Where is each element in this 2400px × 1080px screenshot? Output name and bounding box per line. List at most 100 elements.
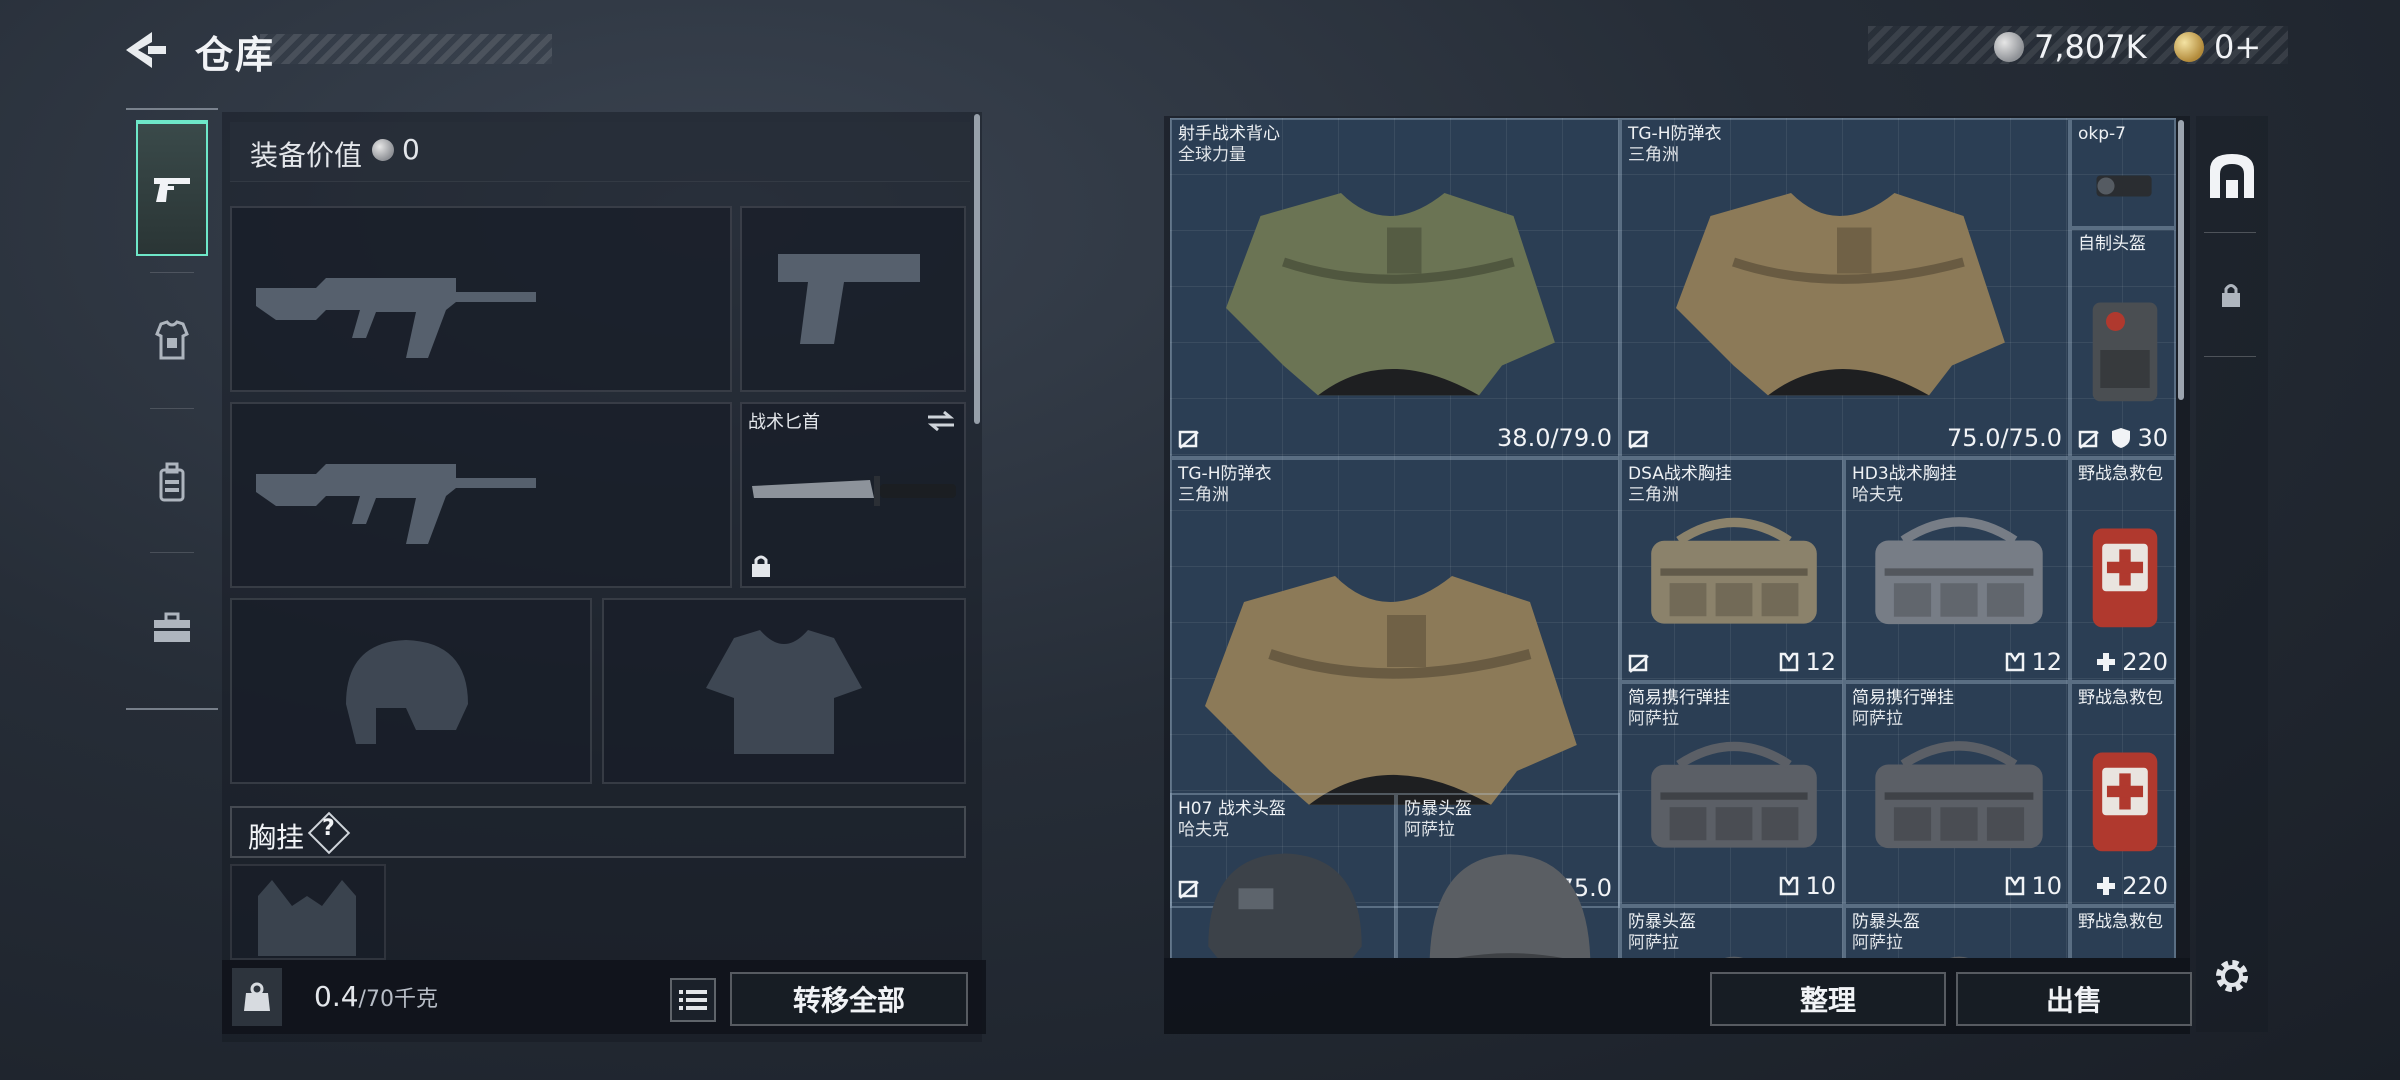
warehouse-item[interactable]: 简易携行弹挂 阿萨拉 10 xyxy=(1620,682,1844,906)
sell-button[interactable]: 出售 xyxy=(1956,972,2192,1026)
item-stat: 10 xyxy=(2005,872,2062,900)
weight-icon xyxy=(244,982,270,1011)
warehouse-grid[interactable]: 射手战术背心 全球力量 38.0/79.0 TG-H防弹衣 三角洲 75.0/75.0 … xyxy=(1170,118,2176,958)
item-name: 防暴头盔 阿萨拉 xyxy=(1628,912,1696,953)
chest-rig-image xyxy=(1651,517,1817,624)
currency-amount: 7,807K xyxy=(2034,28,2147,66)
warehouse-item[interactable]: TG-H防弹衣三角洲 75.0/75.0 xyxy=(1620,118,2070,458)
warehouse-item[interactable]: 防暴头盔 阿萨拉 xyxy=(1396,793,1620,958)
category-armor[interactable] xyxy=(136,272,208,408)
melee-slot[interactable]: 战术匕首 xyxy=(740,402,966,588)
vest-image xyxy=(1226,193,1555,396)
organize-button[interactable]: 整理 xyxy=(1710,972,1946,1026)
chest-rig-image xyxy=(1875,517,2043,625)
warehouse-item[interactable]: okp-7 xyxy=(2070,118,2176,228)
warehouse-item[interactable]: H07 战术头盔 哈夫克 xyxy=(1170,793,1396,958)
capacity-icon xyxy=(2006,876,2025,896)
body-armor-slot[interactable] xyxy=(602,598,966,784)
not-insured-icon xyxy=(1628,654,1649,673)
settings-button[interactable] xyxy=(2210,954,2254,998)
transfer-all-button[interactable]: 转移全部 xyxy=(730,972,968,1026)
item-stat: 10 xyxy=(1779,872,1836,900)
item-stat: 30 xyxy=(2111,424,2168,452)
durability-shield-icon xyxy=(2112,428,2131,448)
warehouse-item[interactable]: 简易携行弹挂 阿萨拉 10 xyxy=(1844,682,2070,906)
helmet-slot[interactable] xyxy=(230,598,592,784)
gear-icon xyxy=(2216,960,2248,992)
premium-currency-display[interactable]: 0+ xyxy=(2174,28,2261,66)
warehouse-tab-locked[interactable] xyxy=(2220,282,2246,312)
rail-top-divider xyxy=(126,108,218,110)
item-name: HD3战术胸挂 哈夫克 xyxy=(1852,464,1957,505)
swap-icon[interactable] xyxy=(926,410,956,432)
armor-icon xyxy=(155,320,189,360)
pistol-icon xyxy=(154,178,190,202)
riot-helmet-image xyxy=(1429,854,1591,958)
category-supplies[interactable] xyxy=(136,560,208,696)
chest-rig-silhouette-icon xyxy=(258,880,356,956)
not-insured-icon xyxy=(2078,430,2099,449)
chest-rig-label: 胸挂 xyxy=(248,821,305,854)
item-stat: 220 xyxy=(2096,872,2168,900)
loadout-scrollbar[interactable] xyxy=(974,114,980,424)
item-name: DSA战术胸挂 三角洲 xyxy=(1628,464,1732,505)
weight-readout: 0.4/70千克 xyxy=(314,980,438,1013)
chest-rig-slot[interactable] xyxy=(230,864,386,960)
capacity-icon xyxy=(1780,652,1799,672)
toolbox-icon xyxy=(154,612,190,642)
item-name: 简易携行弹挂 阿萨拉 xyxy=(1852,688,1954,729)
warehouse-item[interactable]: 野战急救包 220 xyxy=(2070,458,2176,682)
primary-weapon-slot[interactable] xyxy=(230,206,732,392)
help-icon: ? xyxy=(322,816,335,841)
medkit-image xyxy=(2092,528,2158,628)
warehouse-item[interactable]: 射手战术背心 全球力量 38.0/79.0 xyxy=(1170,118,1620,458)
item-name: 射手战术背心 全球力量 xyxy=(1178,124,1280,165)
capacity-icon xyxy=(1780,876,1799,896)
item-name: 野战急救包 xyxy=(2078,912,2163,932)
item-name: H07 战术头盔 哈夫克 xyxy=(1178,799,1286,840)
item-stat: 12 xyxy=(2005,648,2062,676)
helmet-silhouette-icon xyxy=(346,640,468,744)
knife-icon xyxy=(752,476,956,506)
item-stat: 12 xyxy=(1779,648,1836,676)
item-name: 简易携行弹挂 阿萨拉 xyxy=(1628,688,1730,729)
item-name: 防暴头盔 阿萨拉 xyxy=(1852,912,1920,953)
scope-image xyxy=(2096,175,2152,197)
rail-bottom-divider xyxy=(126,708,218,710)
warehouse-scrollbar[interactable] xyxy=(2178,120,2184,400)
chest-rig-image xyxy=(1875,741,2043,849)
back-arrow-icon xyxy=(126,32,166,68)
secondary-weapon-slot[interactable] xyxy=(740,206,966,392)
vest-image xyxy=(1676,193,2005,396)
warehouse-item[interactable]: DSA战术胸挂 三角洲 12 xyxy=(1620,458,1844,682)
not-insured-icon xyxy=(1178,430,1199,449)
warehouse-tab-rail xyxy=(2196,116,2268,1032)
chest-rig-image xyxy=(1651,741,1817,848)
category-backpack[interactable] xyxy=(136,414,208,550)
list-icon xyxy=(679,990,707,1010)
item-stat: 220 xyxy=(2096,648,2168,676)
warehouse-item[interactable]: 防暴头盔 阿萨拉 xyxy=(1620,906,1844,958)
item-name: 防暴头盔 阿萨拉 xyxy=(1404,799,1472,840)
rifle-silhouette-icon xyxy=(256,278,536,358)
equipment-value-label: 装备价值 xyxy=(250,139,363,172)
list-view-button[interactable] xyxy=(670,978,716,1022)
category-weapons[interactable] xyxy=(136,120,208,256)
rifle-silhouette-icon xyxy=(256,464,536,544)
rail-divider xyxy=(150,408,194,409)
back-button[interactable] xyxy=(122,28,170,72)
rail-divider xyxy=(150,552,194,553)
weight-indicator xyxy=(232,968,282,1026)
item-name: 野战急救包 xyxy=(2078,688,2163,708)
lock-icon xyxy=(2222,284,2240,307)
warehouse-item[interactable]: 野战急救包 220 xyxy=(2070,682,2176,906)
warehouse-item[interactable]: 野战急救包 xyxy=(2070,906,2176,958)
gold-coin-icon xyxy=(2174,32,2204,62)
warehouse-item[interactable]: 自制头盔 30 xyxy=(2070,228,2176,458)
warehouse-tab-main[interactable] xyxy=(2206,150,2258,206)
silver-coin-icon xyxy=(1994,32,2024,62)
value-coin-icon xyxy=(372,139,394,161)
secondary-rifle-slot[interactable] xyxy=(230,402,732,588)
warehouse-item[interactable]: HD3战术胸挂 哈夫克 12 xyxy=(1844,458,2070,682)
warehouse-item[interactable]: 防暴头盔 阿萨拉 xyxy=(1844,906,2070,958)
